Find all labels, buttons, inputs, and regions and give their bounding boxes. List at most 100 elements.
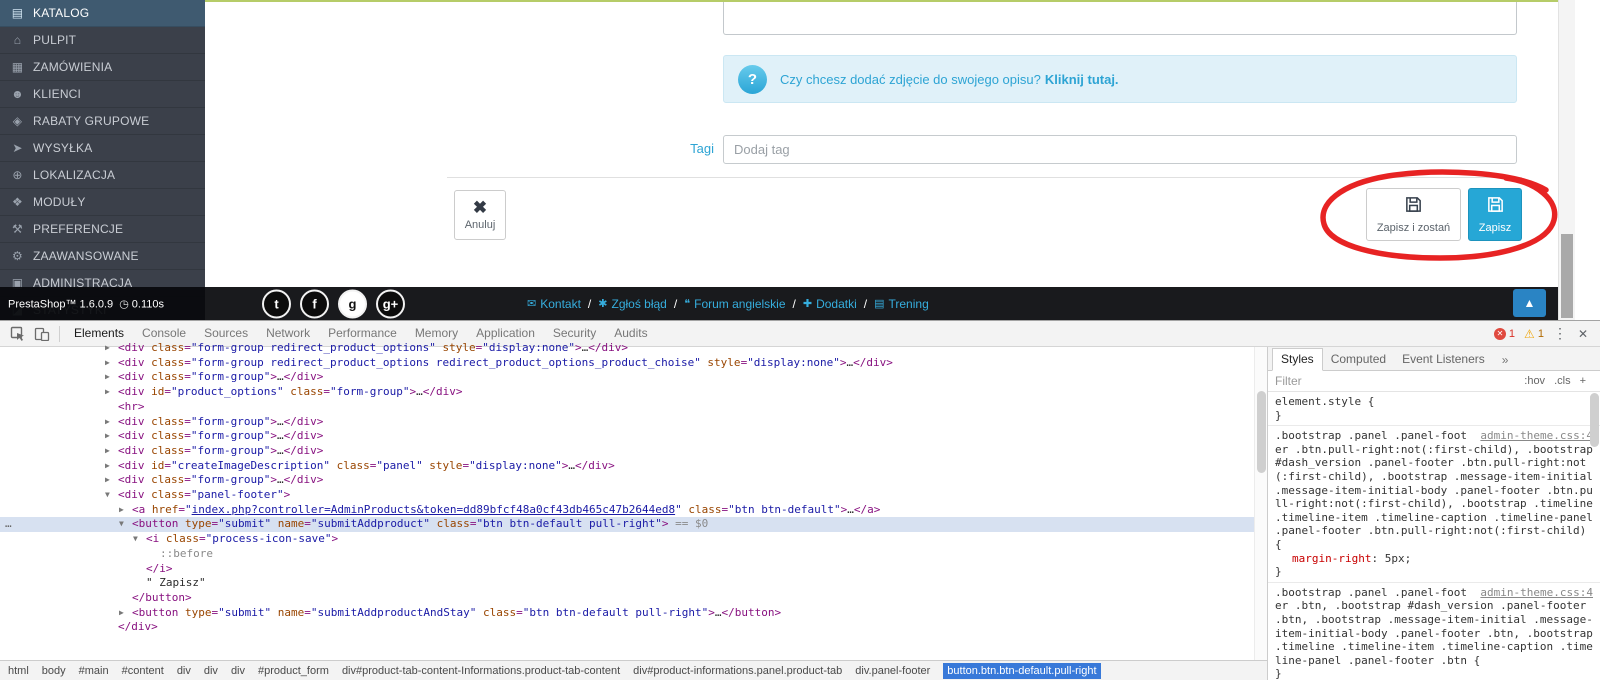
breadcrumb-item[interactable]: div#product-informations.panel.product-t…	[633, 665, 842, 677]
css-source-link[interactable]: admin-theme.css:4	[1480, 586, 1593, 600]
breadcrumb-item[interactable]: #main	[79, 665, 109, 677]
scrollbar-thumb[interactable]	[1561, 234, 1573, 318]
dom-row[interactable]: ▶<div id="createImageDescription" class=…	[0, 459, 1267, 474]
styles-tab-styles[interactable]: Styles	[1272, 348, 1323, 371]
sidebar-item-wysylka[interactable]: ➤WYSYŁKA	[0, 135, 205, 162]
breadcrumb-item[interactable]: div.panel-footer	[855, 665, 930, 677]
dom-row[interactable]: " Zapisz"	[0, 576, 1267, 591]
footer-link[interactable]: ✉Kontakt	[527, 297, 581, 311]
styles-tab-computed[interactable]: Computed	[1323, 349, 1394, 370]
warning-badge-icon[interactable]: ⚠	[1524, 328, 1535, 340]
new-rule-button[interactable]: +	[1580, 375, 1586, 387]
devtools-close-icon[interactable]: ✕	[1576, 327, 1594, 341]
elements-scrollbar[interactable]	[1254, 347, 1267, 660]
dom-row[interactable]: <hr>	[0, 400, 1267, 415]
save-button[interactable]: Zapisz	[1468, 188, 1522, 241]
disclosure-open-icon[interactable]: ▼	[105, 488, 118, 503]
page-scrollbar[interactable]	[1558, 0, 1575, 320]
twitter-icon[interactable]: t	[262, 289, 291, 318]
facebook-icon[interactable]: f	[300, 289, 329, 318]
more-tabs-icon[interactable]: »	[1497, 350, 1514, 370]
breadcrumb-item[interactable]: #product_form	[258, 665, 329, 677]
disclosure-closed-icon[interactable]: ▶	[119, 503, 132, 518]
dom-row[interactable]: ▶<div class="form-group">…</div>	[0, 415, 1267, 430]
dom-row[interactable]: ▶<div class="form-group redirect_product…	[0, 341, 1267, 356]
breadcrumb-item[interactable]: #content	[122, 665, 164, 677]
scrollbar-thumb[interactable]	[1590, 393, 1599, 447]
devtools-menu-icon[interactable]: ⋮	[1544, 325, 1576, 342]
error-count[interactable]: 1	[1509, 328, 1515, 340]
dom-row[interactable]: ▶<div id="product_options" class="form-g…	[0, 385, 1267, 400]
disclosure-closed-icon[interactable]: ▶	[105, 473, 118, 488]
dom-row[interactable]: ▶<a href="index.php?controller=AdminProd…	[0, 503, 1267, 518]
breadcrumb-item[interactable]: div	[204, 665, 218, 677]
dom-row[interactable]: ▼<i class="process-icon-save">	[0, 532, 1267, 547]
dom-row[interactable]: ▶<div class="form-group">…</div>	[0, 444, 1267, 459]
dom-row[interactable]: ▶<button type="submit" name="submitAddpr…	[0, 606, 1267, 621]
code-token: <div	[118, 370, 145, 383]
dom-row[interactable]: ▶<div class="form-group">…</div>	[0, 473, 1267, 488]
dom-row[interactable]: ▼<div class="panel-footer">	[0, 488, 1267, 503]
dom-row[interactable]: </div>	[0, 620, 1267, 635]
breadcrumb-item[interactable]: div#product-tab-content-Informations.pro…	[342, 665, 620, 677]
dom-row[interactable]: </i>	[0, 562, 1267, 577]
disclosure-closed-icon[interactable]: ▶	[105, 385, 118, 400]
disclosure-open-icon[interactable]: ▼	[119, 517, 132, 532]
hover-state-toggle[interactable]: :hov	[1524, 375, 1545, 387]
disclosure-closed-icon[interactable]: ▶	[105, 356, 118, 371]
github-icon[interactable]: g	[338, 289, 367, 318]
sidebar-item-katalog[interactable]: ▤KATALOG	[0, 0, 205, 27]
sidebar-item-zaawansowane[interactable]: ⚙ZAAWANSOWANE	[0, 243, 205, 270]
code-token: >	[284, 488, 291, 501]
breadcrumb-item[interactable]: html	[8, 665, 29, 677]
disclosure-closed-icon[interactable]: ▶	[105, 429, 118, 444]
scrollbar-thumb[interactable]	[1257, 391, 1266, 473]
googleplus-icon[interactable]: g+	[376, 289, 405, 318]
footer-link[interactable]: ✚Dodatki	[803, 297, 857, 311]
save-and-stay-button[interactable]: Zapisz i zostań	[1366, 188, 1461, 241]
sidebar-item-pulpit[interactable]: ⌂PULPIT	[0, 27, 205, 54]
styles-tab-event-listeners[interactable]: Event Listeners	[1394, 349, 1493, 370]
breadcrumb-item[interactable]: div	[231, 665, 245, 677]
breadcrumb-item[interactable]: body	[42, 665, 66, 677]
dom-row[interactable]: ▶<div class="form-group redirect_product…	[0, 356, 1267, 371]
sidebar-item-moduly[interactable]: ❖MODUŁY	[0, 189, 205, 216]
dom-row[interactable]: ::before	[0, 547, 1267, 562]
css-source-link[interactable]: admin-theme.css:4	[1480, 429, 1593, 443]
breadcrumb-item[interactable]: div	[177, 665, 191, 677]
code-token: "product_options"	[171, 385, 284, 398]
footer-link[interactable]: ❝Forum angielskie	[684, 297, 785, 311]
css-property[interactable]: margin-right: 5px;	[1275, 552, 1593, 566]
tag-input[interactable]	[723, 135, 1517, 164]
code-token: </i>	[146, 562, 173, 575]
scroll-to-top-button[interactable]: ▲	[1513, 289, 1546, 317]
dom-row[interactable]: ▶<div class="form-group">…</div>	[0, 429, 1267, 444]
class-toggle[interactable]: .cls	[1554, 375, 1571, 387]
code-token: "form-group"	[191, 444, 270, 457]
disclosure-open-icon[interactable]: ▼	[133, 532, 146, 547]
sidebar-item-zamowienia[interactable]: ▦ZAMÓWIENIA	[0, 54, 205, 81]
sidebar-item-preferencje[interactable]: ⚒PREFERENCJE	[0, 216, 205, 243]
footer-link[interactable]: ▤Trening	[874, 297, 929, 311]
sidebar-item-lokalizacja[interactable]: ⊕LOKALIZACJA	[0, 162, 205, 189]
code-token: href	[145, 503, 178, 516]
dom-row[interactable]: ▼<button type="submit" name="submitAddpr…	[0, 517, 1267, 532]
cancel-button[interactable]: ✖ Anuluj	[454, 190, 506, 240]
disclosure-closed-icon[interactable]: ▶	[105, 370, 118, 385]
disclosure-closed-icon[interactable]: ▶	[105, 459, 118, 474]
breadcrumb-item[interactable]: button.btn.btn-default.pull-right	[943, 663, 1100, 679]
sidebar-item-rabaty-grupowe[interactable]: ◈RABATY GRUPOWE	[0, 108, 205, 135]
disclosure-closed-icon[interactable]: ▶	[105, 444, 118, 459]
description-textarea[interactable]	[723, 2, 1517, 35]
error-badge-icon[interactable]: ✕	[1494, 328, 1506, 340]
disclosure-closed-icon[interactable]: ▶	[105, 415, 118, 430]
disclosure-closed-icon[interactable]: ▶	[105, 341, 118, 356]
styles-scrollbar[interactable]	[1589, 393, 1600, 653]
help-link[interactable]: Kliknij tutaj.	[1045, 72, 1119, 87]
footer-link[interactable]: ✱Zgłoś błąd	[598, 297, 667, 311]
dom-row[interactable]: ▶<div class="form-group">…</div>	[0, 370, 1267, 385]
dom-row[interactable]: </button>	[0, 591, 1267, 606]
styles-filter-input[interactable]: Filter	[1275, 374, 1302, 388]
disclosure-closed-icon[interactable]: ▶	[119, 606, 132, 621]
sidebar-item-klienci[interactable]: ☻KLIENCI	[0, 81, 205, 108]
